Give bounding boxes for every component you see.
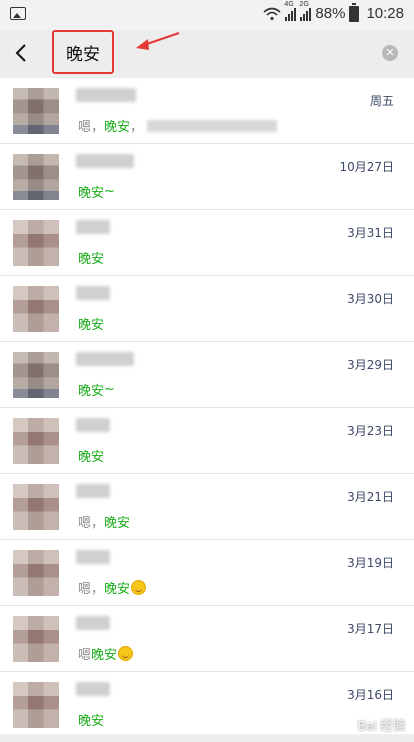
result-date: 周五 xyxy=(369,94,394,108)
highlighted-keyword: 晚安 xyxy=(78,714,105,729)
message-snippet: 晚安 xyxy=(78,710,104,729)
contact-name-blurred xyxy=(76,616,110,630)
avatar xyxy=(13,682,59,728)
result-date: 3月31日 xyxy=(347,226,394,240)
highlighted-keyword: 晚安 xyxy=(104,120,131,135)
snippet-text-blurred xyxy=(147,119,278,132)
clear-search-button[interactable]: ✕ xyxy=(382,45,398,61)
avatar xyxy=(13,484,59,530)
contact-name-blurred xyxy=(76,484,110,498)
message-snippet: 嗯， 晚安， xyxy=(78,116,278,135)
snippet-text: 嗯 xyxy=(78,648,92,663)
result-row[interactable]: 3月19日嗯， 晚安 xyxy=(0,540,414,606)
status-left xyxy=(10,7,26,20)
snippet-text: 嗯， xyxy=(78,120,105,135)
watermark: Bai 经验 xyxy=(357,718,406,733)
search-query-input[interactable]: 晚安 xyxy=(52,30,114,74)
avatar xyxy=(13,220,59,266)
result-row[interactable]: 3月29日晚安 ~ xyxy=(0,342,414,408)
avatar xyxy=(13,286,59,332)
result-date: 3月21日 xyxy=(347,490,394,504)
snippet-text: 嗯， xyxy=(78,582,105,597)
search-header: 晚安 ✕ xyxy=(0,30,414,78)
close-icon: ✕ xyxy=(385,46,395,59)
highlighted-keyword: 晚安 xyxy=(104,582,131,597)
message-snippet: 嗯， 晚安 xyxy=(78,578,147,597)
result-date: 3月16日 xyxy=(347,688,394,702)
image-notification-icon xyxy=(10,7,26,20)
result-row[interactable]: 3月30日晚安 xyxy=(0,276,414,342)
result-row[interactable]: 3月17日嗯 晚安 xyxy=(0,606,414,672)
highlighted-keyword: 晚安 xyxy=(78,186,105,201)
status-right: 4G 2G 88% 10:28 xyxy=(263,1,404,22)
result-row[interactable]: 周五嗯， 晚安， xyxy=(0,78,414,144)
avatar xyxy=(13,616,59,662)
avatar xyxy=(13,352,59,398)
network-label-2g: 2G xyxy=(299,0,309,8)
message-snippet: 晚安 ~ xyxy=(78,380,115,399)
search-results-list: 周五 嗯， 晚安， 10月27日 晚安 ~3月31日 晚安 3月30日 晚安 3月29日 晚安 ~3月… xyxy=(0,78,414,738)
result-date: 3月23日 xyxy=(347,424,394,438)
message-snippet: 晚安 ~ xyxy=(78,182,115,201)
contact-name-blurred xyxy=(76,220,110,234)
snippet-text: 嗯， xyxy=(78,516,105,531)
highlighted-keyword: 晚安 xyxy=(78,318,105,333)
avatar xyxy=(13,88,59,134)
message-snippet: 嗯 晚安 xyxy=(78,644,134,663)
highlighted-keyword: ~ xyxy=(104,184,115,199)
result-date: 3月17日 xyxy=(347,622,394,636)
result-date: 3月19日 xyxy=(347,556,394,570)
back-arrow-icon xyxy=(15,44,26,62)
message-snippet: 晚安 xyxy=(78,446,104,465)
bottom-shade xyxy=(0,734,414,742)
contact-name-blurred xyxy=(76,88,136,102)
smile-emoji-icon xyxy=(131,580,147,595)
contact-name-blurred xyxy=(76,682,110,696)
contact-name-blurred xyxy=(76,154,134,168)
snippet-text: ， xyxy=(130,120,144,135)
message-snippet: 嗯， 晚安 xyxy=(78,512,130,531)
network-label-4g: 4G xyxy=(284,0,294,8)
message-snippet: 晚安 xyxy=(78,314,104,333)
avatar xyxy=(13,154,59,200)
avatar xyxy=(13,418,59,464)
result-row[interactable]: 3月21日嗯， 晚安 xyxy=(0,474,414,540)
highlighted-keyword: 晚安 xyxy=(91,648,118,663)
result-date: 3月30日 xyxy=(347,292,394,306)
wifi-icon xyxy=(263,7,281,20)
result-row[interactable]: 3月23日晚安 xyxy=(0,408,414,474)
highlighted-keyword: 晚安 xyxy=(78,252,105,267)
contact-name-blurred xyxy=(76,352,134,366)
avatar xyxy=(13,550,59,596)
highlighted-keyword: ~ xyxy=(104,382,115,397)
status-bar: 4G 2G 88% 10:28 xyxy=(0,0,414,30)
red-arrow-annotation xyxy=(136,31,180,50)
result-row[interactable]: 3月16日晚安 xyxy=(0,672,414,738)
result-row[interactable]: 10月27日晚安 ~ xyxy=(0,144,414,210)
back-button[interactable] xyxy=(8,38,40,70)
highlighted-keyword: 晚安 xyxy=(78,384,105,399)
signal-4g-icon: 4G xyxy=(284,1,297,21)
result-date: 3月29日 xyxy=(347,358,394,372)
result-date: 10月27日 xyxy=(339,160,394,174)
smile-emoji-icon xyxy=(118,646,134,661)
contact-name-blurred xyxy=(76,286,110,300)
highlighted-keyword: 晚安 xyxy=(104,516,131,531)
status-time: 10:28 xyxy=(366,5,404,22)
contact-name-blurred xyxy=(76,550,110,564)
signal-2g-icon: 2G xyxy=(299,1,312,21)
result-row[interactable]: 3月31日晚安 xyxy=(0,210,414,276)
battery-icon xyxy=(349,2,360,22)
highlighted-keyword: 晚安 xyxy=(78,450,105,465)
message-snippet: 晚安 xyxy=(78,248,104,267)
contact-name-blurred xyxy=(76,418,110,432)
battery-percent: 88% xyxy=(315,5,346,22)
